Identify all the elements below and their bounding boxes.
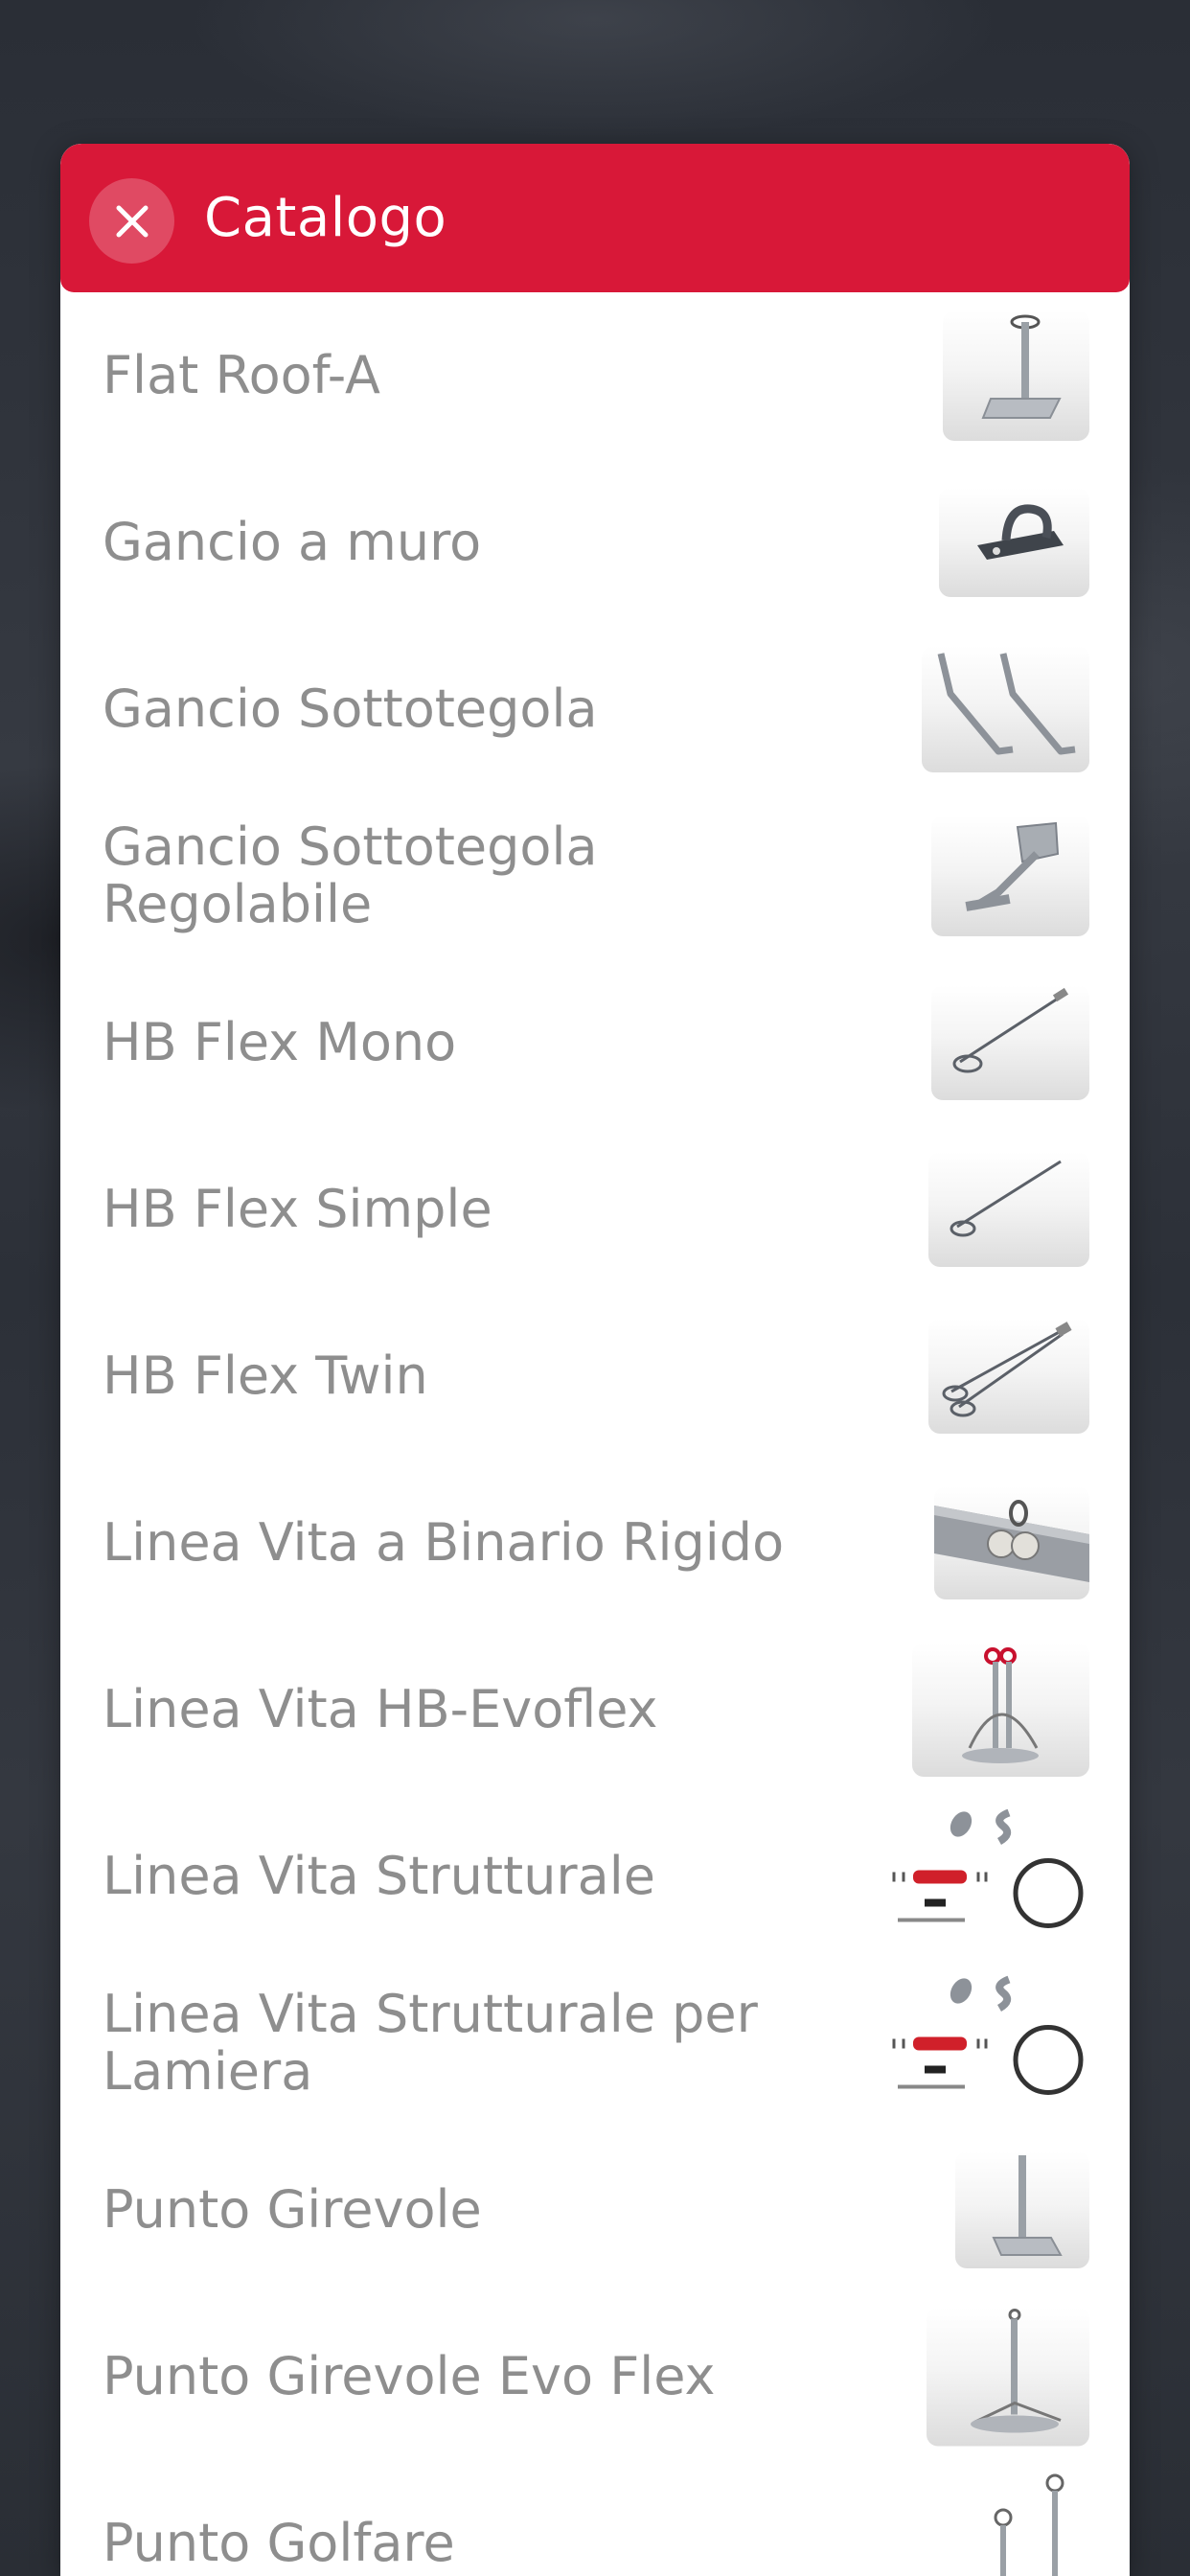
close-button[interactable] [89,178,174,264]
rigid-rail-lifeline-image [934,1486,1089,1599]
structural-lifeline-sheet-kit-image [890,1974,1089,2113]
catalog-item[interactable]: HB Flex Simple [60,1126,1130,1293]
structural-lifeline-kit-image [890,1807,1089,1946]
catalog-item[interactable]: Linea Vita a Binario Rigido [60,1460,1130,1626]
catalog-item-label: HB Flex Simple [103,1179,492,1239]
catalog-item-label: Linea Vita HB-Evoflex [103,1679,658,1739]
catalog-item[interactable]: HB Flex Twin [60,1293,1130,1460]
catalog-item-label: Punto Girevole [103,2179,482,2240]
catalog-item-label: Punto Girevole Evo Flex [103,2346,716,2406]
catalog-modal: Catalogo Flat Roof-A Gancio a muro Ganci… [60,144,1130,2576]
modal-header: Catalogo [60,144,1130,292]
catalog-item[interactable]: Gancio Sottotegola [60,626,1130,793]
catalog-item[interactable]: HB Flex Mono [60,959,1130,1126]
hb-flex-twin-image [928,1319,1089,1434]
flat-roof-anchor-image [943,310,1089,441]
catalog-item[interactable]: Gancio Sottotegola Regolabile [60,793,1130,959]
hb-evoflex-lifeline-image [912,1643,1089,1777]
catalog-item[interactable]: Linea Vita HB-Evoflex [60,1626,1130,1793]
swivel-point-evo-flex-image [927,2307,1089,2447]
wall-hook-image [939,488,1089,597]
under-tile-hook-image [922,646,1089,772]
catalog-item[interactable]: Punto Girevole Evo Flex [60,2293,1130,2460]
catalog-item-label: Gancio Sottotegola [103,678,598,739]
catalog-item[interactable]: Gancio a muro [60,459,1130,626]
adjustable-under-tile-hook-image [931,816,1089,936]
catalog-item[interactable]: Punto Girevole [60,2127,1130,2293]
catalog-item-label: Linea Vita Strutturale [103,1846,655,1906]
catalog-item[interactable]: Linea Vita Strutturale [60,1793,1130,1960]
catalog-item[interactable]: Punto Golfare [60,2460,1130,2576]
catalog-item-label: Linea Vita a Binario Rigido [103,1512,785,1573]
modal-title: Catalogo [204,187,447,249]
catalog-item-label: Gancio Sottotegola Regolabile [103,816,598,934]
catalog-item-label: HB Flex Mono [103,1012,457,1072]
hb-flex-mono-image [931,985,1089,1100]
catalog-item[interactable]: Flat Roof-A [60,292,1130,459]
catalog-item-label: Gancio a muro [103,512,482,572]
close-icon [113,202,151,241]
catalog-item[interactable]: Linea Vita Strutturale per Lamiera [60,1960,1130,2127]
swivel-point-image [955,2151,1089,2268]
catalog-list[interactable]: Flat Roof-A Gancio a muro Gancio Sottote… [60,292,1130,2576]
catalog-item-label: Linea Vita Strutturale per Lamiera [103,1984,758,2102]
catalog-item-label: HB Flex Twin [103,1346,428,1406]
catalog-item-label: Punto Golfare [103,2513,455,2573]
eyebolt-point-image [974,2472,1089,2576]
hb-flex-simple-image [928,1152,1089,1267]
catalog-item-label: Flat Roof-A [103,345,380,405]
